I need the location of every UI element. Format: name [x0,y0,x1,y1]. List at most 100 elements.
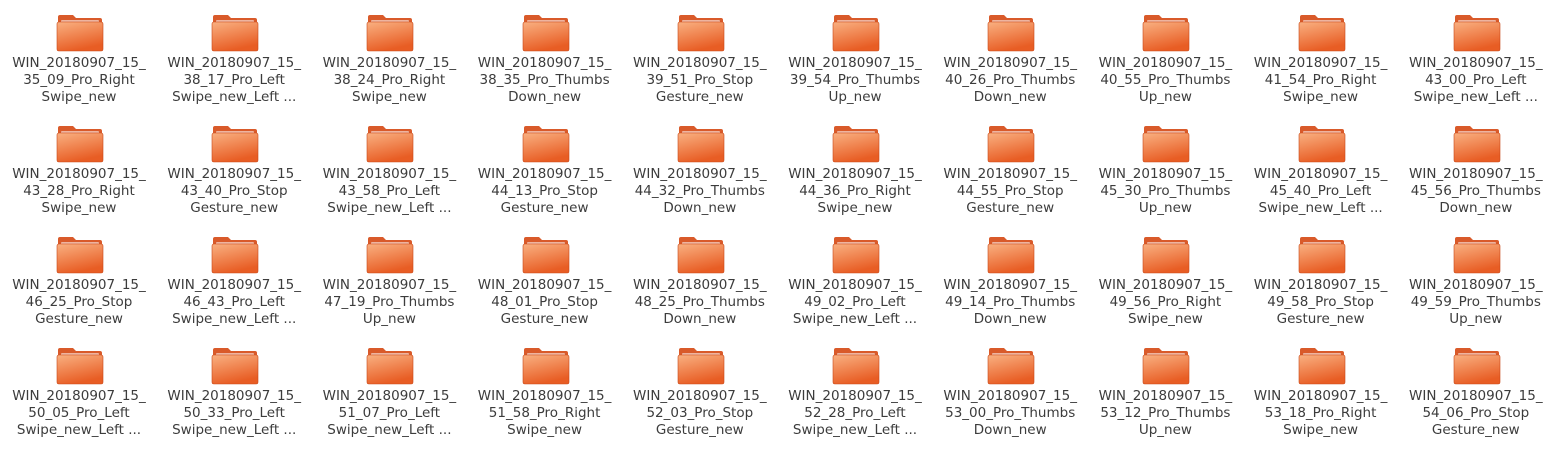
folder-icon [211,237,259,274]
folder-name-line: 53_00_Pro_Thumbs [945,405,1076,421]
folder-icon [367,237,414,274]
folder-name-line: WIN_20180907_15_ [167,277,301,293]
folder-item[interactable]: WIN_20180907_15_ 43_00_Pro_Left Swipe_new_… [1401,5,1551,110]
folder-item[interactable]: WIN_20180907_15_ 46_25_Pro_Stop Gesture_ne… [4,227,154,332]
folder-icon [832,15,880,52]
folder-item[interactable]: WIN_20180907_15_ 43_58_Pro_Left Swipe_new_… [314,116,464,221]
folder-name: WIN_20180907_15_ 43_58_Pro_Left Swipe_new_… [314,166,464,217]
folder-item[interactable]: WIN_20180907_15_ 40_26_Pro_Thumbs Down_new [935,5,1085,110]
folder-name: WIN_20180907_15_ 43_40_Pro_Stop Gesture_ne… [159,166,309,217]
folder-name-line: WIN_20180907_15_ [788,55,922,71]
folder-name-line: WIN_20180907_15_ [788,388,922,404]
folder-icon [677,348,725,385]
folder-name: WIN_20180907_15_ 44_32_Pro_Thumbs Down_new [625,166,775,217]
folder-name: WIN_20180907_15_ 43_28_Pro_Right Swipe_new [4,166,154,217]
folder-name-line: WIN_20180907_15_ [1098,166,1233,182]
folder-name-line: Swipe_new [1127,311,1203,327]
folder-item[interactable]: WIN_20180907_15_ 49_58_Pro_Stop Gesture_ne… [1246,227,1396,332]
folder-name: WIN_20180907_15_ 38_35_Pro_Thumbs Down_new [470,55,620,106]
folder-icon [56,126,104,163]
folder-name-line: WIN_20180907_15_ [1098,388,1233,404]
folder-item[interactable]: WIN_20180907_15_ 51_07_Pro_Left Swipe_new_… [314,338,464,443]
folder-icon [211,348,259,385]
folder-name-line: Up_new [1138,200,1192,216]
folder-name: WIN_20180907_15_ 48_25_Pro_Thumbs Down_new [625,277,775,328]
folder-name-line: Gesture_new [655,89,744,105]
folder-name-line: WIN_20180907_15_ [12,55,146,71]
folder-name-line: WIN_20180907_15_ [12,388,146,404]
folder-name: WIN_20180907_15_ 48_01_Pro_Stop Gesture_ne… [470,277,620,328]
folder-name-line: Swipe_new_Left ... [327,422,452,438]
folder-name-line: WIN_20180907_15_ [1098,277,1233,293]
folder-item[interactable]: WIN_20180907_15_ 48_01_Pro_Stop Gesture_ne… [470,227,620,332]
folder-name-line: 40_26_Pro_Thumbs [945,72,1076,88]
folder-name-line: 48_01_Pro_Stop [491,294,598,310]
folder-icon [1453,348,1501,385]
folder-item[interactable]: WIN_20180907_15_ 44_36_Pro_Right Swipe_new [780,116,930,221]
folder-item[interactable]: WIN_20180907_15_ 49_59_Pro_Thumbs Up_new [1401,227,1551,332]
folder-icon [987,15,1035,52]
folder-item[interactable]: WIN_20180907_15_ 44_55_Pro_Stop Gesture_ne… [935,116,1085,221]
folder-item[interactable]: WIN_20180907_15_ 35_09_Pro_Right Swipe_new [4,5,154,110]
folder-name-line: Gesture_new [500,200,589,216]
folder-name-line: 49_58_Pro_Stop [1267,294,1374,310]
folder-item[interactable]: WIN_20180907_15_ 50_33_Pro_Left Swipe_new_… [159,338,309,443]
folder-item[interactable]: WIN_20180907_15_ 44_13_Pro_Stop Gesture_ne… [470,116,620,221]
folder-item[interactable]: WIN_20180907_15_ 44_32_Pro_Thumbs Down_new [625,116,775,221]
folder-item[interactable]: WIN_20180907_15_ 43_28_Pro_Right Swipe_new [4,116,154,221]
folder-item[interactable]: WIN_20180907_15_ 52_28_Pro_Left Swipe_new_… [780,338,930,443]
folder-item[interactable]: WIN_20180907_15_ 45_40_Pro_Left Swipe_new_… [1246,116,1396,221]
folder-item[interactable]: WIN_20180907_15_ 38_24_Pro_Right Swipe_new [314,5,464,110]
folder-item[interactable]: WIN_20180907_15_ 49_02_Pro_Left Swipe_new_… [780,227,930,332]
folder-item[interactable]: WIN_20180907_15_ 45_30_Pro_Thumbs Up_new [1090,116,1240,221]
folder-name-line: Down_new [663,311,737,327]
folder-name-line: 54_06_Pro_Stop [1422,405,1530,421]
folder-name-line: WIN_20180907_15_ [12,277,146,293]
folder-name-line: 53_12_Pro_Thumbs [1100,405,1231,421]
folder-item[interactable]: WIN_20180907_15_ 45_56_Pro_Thumbs Down_new [1401,116,1551,221]
folder-item[interactable]: WIN_20180907_15_ 52_03_Pro_Stop Gesture_ne… [625,338,775,443]
folder-icon [522,237,569,274]
folder-item[interactable]: WIN_20180907_15_ 53_00_Pro_Thumbs Down_new [935,338,1085,443]
folder-name: WIN_20180907_15_ 39_54_Pro_Thumbs Up_new [780,55,930,106]
folder-item[interactable]: WIN_20180907_15_ 53_12_Pro_Thumbs Up_new [1090,338,1240,443]
folder-name: WIN_20180907_15_ 49_56_Pro_Right Swipe_new [1090,277,1240,328]
folder-item[interactable]: WIN_20180907_15_ 50_05_Pro_Left Swipe_new_… [4,338,154,443]
folder-name: WIN_20180907_15_ 45_40_Pro_Left Swipe_new_… [1246,166,1396,217]
folder-item[interactable]: WIN_20180907_15_ 48_25_Pro_Thumbs Down_new [625,227,775,332]
folder-item[interactable]: WIN_20180907_15_ 43_40_Pro_Stop Gesture_ne… [159,116,309,221]
folder-name-line: Swipe_new [41,200,117,216]
folder-name-line: WIN_20180907_15_ [943,55,1077,71]
folder-name-line: Gesture_new [190,200,279,216]
folder-item[interactable]: WIN_20180907_15_ 38_17_Pro_Left Swipe_new_… [159,5,309,110]
folder-icon [677,237,725,274]
folder-name-line: WIN_20180907_15_ [1253,55,1388,71]
folder-icon [1453,126,1501,163]
folder-name-line: 41_54_Pro_Right [1264,72,1377,88]
folder-item[interactable]: WIN_20180907_15_ 51_58_Pro_Right Swipe_new [470,338,620,443]
folder-name-line: WIN_20180907_15_ [633,166,767,182]
folder-name-line: Up_new [362,311,416,327]
folder-name-line: 44_36_Pro_Right [799,183,911,199]
folder-item[interactable]: WIN_20180907_15_ 53_18_Pro_Right Swipe_new [1246,338,1396,443]
folder-item[interactable]: WIN_20180907_15_ 49_14_Pro_Thumbs Down_new [935,227,1085,332]
folder-item[interactable]: WIN_20180907_15_ 38_35_Pro_Thumbs Down_new [470,5,620,110]
folder-name: WIN_20180907_15_ 52_28_Pro_Left Swipe_new_… [780,388,930,439]
folder-item[interactable]: WIN_20180907_15_ 41_54_Pro_Right Swipe_new [1246,5,1396,110]
folder-name-line: Swipe_new_Left ... [1258,200,1383,216]
folder-name-line: WIN_20180907_15_ [12,166,146,182]
folder-item[interactable]: WIN_20180907_15_ 47_19_Pro_Thumbs Up_new [314,227,464,332]
folder-icon [1143,15,1190,52]
folder-item[interactable]: WIN_20180907_15_ 49_56_Pro_Right Swipe_new [1090,227,1240,332]
folder-name-line: 43_40_Pro_Stop [180,183,288,199]
folder-item[interactable]: WIN_20180907_15_ 46_43_Pro_Left Swipe_new_… [159,227,309,332]
folder-item[interactable]: WIN_20180907_15_ 39_54_Pro_Thumbs Up_new [780,5,930,110]
folder-name-line: WIN_20180907_15_ [1409,277,1543,293]
folder-item[interactable]: WIN_20180907_15_ 39_51_Pro_Stop Gesture_ne… [625,5,775,110]
folder-item[interactable]: WIN_20180907_15_ 40_55_Pro_Thumbs Up_new [1090,5,1240,110]
folder-item[interactable]: WIN_20180907_15_ 54_06_Pro_Stop Gesture_ne… [1401,338,1551,443]
folder-name-line: WIN_20180907_15_ [1253,166,1388,182]
folder-name-line: Swipe_new [817,200,893,216]
folder-name-line: Gesture_new [1431,422,1520,438]
folder-icon [832,237,880,274]
